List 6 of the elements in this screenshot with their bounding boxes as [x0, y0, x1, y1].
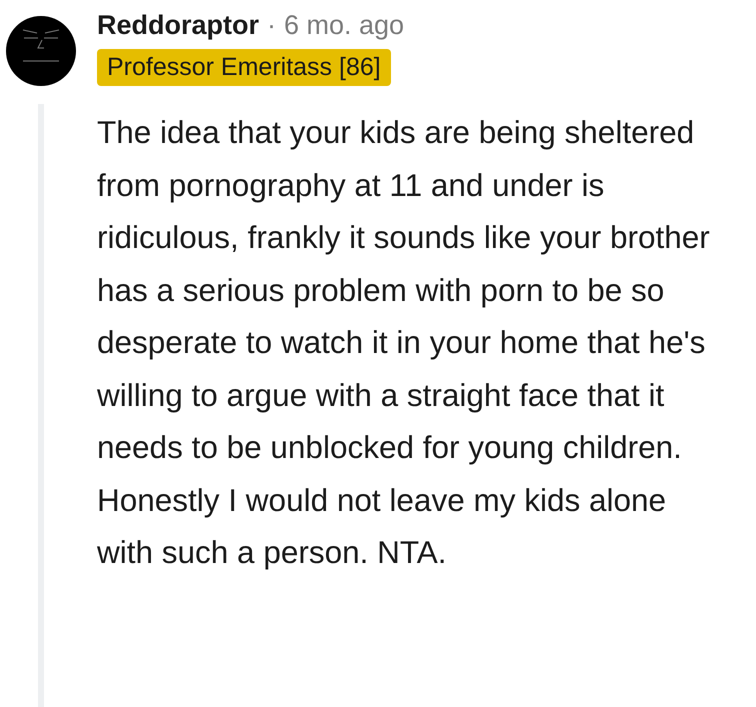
- username[interactable]: Reddoraptor: [97, 10, 259, 41]
- user-flair: Professor Emeritass [86]: [97, 49, 391, 86]
- timestamp: 6 mo. ago: [284, 10, 404, 41]
- avatar-icon[interactable]: [6, 16, 76, 86]
- comment-text: The idea that your kids are being sheltered from pornography at 11 and under is ridiculous, frankly it sounds like your brother has a serious problem with porn to be so desperate to watch it in your home that he's willing to argue with a straight face that it needs to be unblocked for young children. Honestly I would not leave my kids alone with such a person. NTA.: [97, 113, 711, 572]
- separator-dot: ·: [267, 10, 276, 41]
